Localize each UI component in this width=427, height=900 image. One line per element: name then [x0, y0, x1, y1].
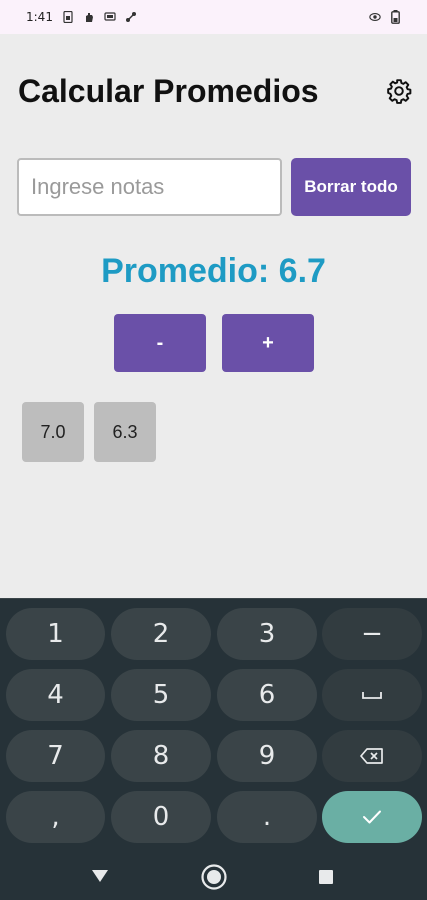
clear-all-button[interactable]: Borrar todo	[291, 158, 411, 216]
key-0[interactable]: 0	[111, 791, 211, 843]
status-time: 1:41	[26, 10, 53, 24]
key-label: 1	[47, 619, 64, 649]
note-value: 7.0	[40, 421, 66, 442]
minus-button[interactable]: -	[114, 314, 206, 372]
key-8[interactable]: 8	[111, 730, 211, 782]
key-space[interactable]	[322, 669, 422, 721]
key-label: 9	[258, 741, 276, 771]
check-icon	[362, 809, 382, 825]
gear-icon	[386, 78, 412, 104]
notes-input[interactable]	[17, 158, 282, 216]
status-right	[369, 10, 401, 24]
key-backspace[interactable]	[322, 730, 422, 782]
key-period[interactable]: .	[217, 791, 317, 843]
back-icon	[91, 869, 109, 883]
key-9[interactable]: 9	[217, 730, 317, 782]
numeric-keyboard: 1 2 3 − 4 5 6 7 8 9 , 0 .	[0, 598, 427, 852]
hand-icon	[83, 11, 95, 23]
key-2[interactable]: 2	[111, 608, 211, 660]
key-label: .	[262, 802, 272, 832]
key-label: ,	[51, 802, 60, 832]
eye-icon	[369, 11, 381, 23]
key-label: 4	[47, 680, 64, 710]
average-display: Promedio: 6.7	[0, 252, 427, 291]
minus-label: -	[156, 331, 164, 354]
average-label: Promedio:	[101, 252, 279, 290]
sim-card-icon	[62, 11, 74, 23]
clear-all-label: Borrar todo	[304, 177, 398, 196]
key-label: −	[361, 619, 383, 649]
status-bar: 1:41	[0, 0, 427, 34]
recents-button[interactable]	[316, 867, 336, 887]
plus-button[interactable]: +	[222, 314, 314, 372]
navigation-bar	[0, 852, 427, 900]
page-title: Calcular Promedios	[18, 73, 319, 109]
key-comma[interactable]: ,	[6, 791, 105, 843]
signal-icon	[125, 11, 137, 23]
key-label: 7	[47, 741, 64, 771]
key-label: 2	[152, 619, 170, 649]
screen-cast-icon	[104, 11, 116, 23]
back-button[interactable]	[88, 866, 112, 886]
key-label: 5	[152, 680, 170, 710]
key-6[interactable]: 6	[217, 669, 317, 721]
key-enter[interactable]	[322, 791, 422, 843]
settings-button[interactable]	[384, 76, 414, 106]
battery-icon	[389, 10, 401, 24]
note-value: 6.3	[112, 421, 138, 442]
key-4[interactable]: 4	[6, 669, 105, 721]
key-7[interactable]: 7	[6, 730, 105, 782]
note-chip[interactable]: 6.3	[94, 402, 156, 462]
recents-icon	[318, 869, 334, 885]
note-chip[interactable]: 7.0	[22, 402, 84, 462]
key-3[interactable]: 3	[217, 608, 317, 660]
key-label: 8	[152, 741, 170, 771]
key-minus[interactable]: −	[322, 608, 422, 660]
average-value: 6.7	[278, 252, 326, 290]
home-icon	[200, 863, 228, 891]
key-label: 3	[258, 619, 276, 649]
status-left: 1:41	[26, 10, 137, 24]
plus-label: +	[262, 331, 274, 354]
key-label: 6	[258, 680, 276, 710]
key-1[interactable]: 1	[6, 608, 105, 660]
space-icon	[361, 689, 383, 701]
backspace-icon	[360, 747, 384, 765]
key-label: 0	[152, 802, 170, 832]
key-5[interactable]: 5	[111, 669, 211, 721]
home-button[interactable]	[199, 862, 229, 892]
